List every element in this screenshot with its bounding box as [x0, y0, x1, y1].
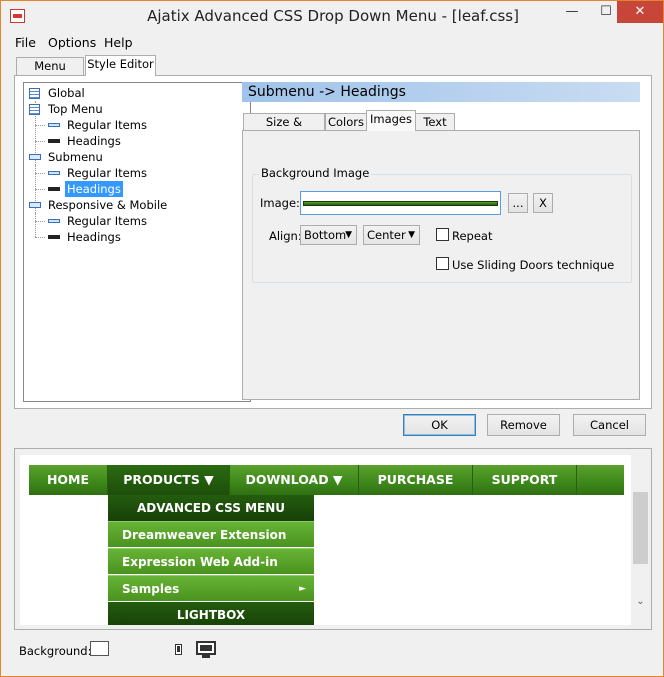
background-color-swatch[interactable]	[90, 641, 109, 656]
cancel-button[interactable]: Cancel	[573, 414, 646, 436]
preview-canvas: HOME PRODUCTS ▼ DOWNLOAD ▼ PURCHASE SUPP…	[20, 455, 631, 625]
sliding-doors-label: Use Sliding Doors technique	[452, 258, 615, 272]
app-window: Ajatix Advanced CSS Drop Down Menu - [le…	[0, 0, 664, 677]
heading-icon	[48, 139, 60, 143]
section-header: Submenu -> Headings	[242, 82, 640, 102]
heading-icon	[48, 187, 60, 191]
scrollbar-thumb[interactable]	[633, 492, 648, 564]
tab-style-editor[interactable]: Style Editor	[85, 55, 156, 76]
tab-colors[interactable]: Colors	[325, 113, 367, 130]
grid-icon	[29, 88, 40, 99]
images-tab-panel: Background Image Image: ... X Align: Bot…	[242, 130, 640, 400]
tab-menu-editor[interactable]: Menu Editor	[16, 57, 84, 90]
submenu-arrow-icon: ►	[299, 584, 306, 594]
responsive-icon	[29, 202, 41, 208]
scroll-down-icon[interactable]: ⌄	[632, 596, 649, 607]
sliding-doors-checkbox[interactable]	[436, 257, 449, 270]
menu-file[interactable]: File	[15, 35, 36, 50]
align-label: Align:	[269, 229, 302, 243]
submenu-icon	[29, 154, 41, 160]
menu-options[interactable]: Options	[48, 35, 96, 50]
menu-help[interactable]: Help	[104, 35, 133, 50]
submenu-item-expression-web[interactable]: Expression Web Add-in	[108, 548, 314, 574]
close-button[interactable]: ✕	[617, 1, 663, 23]
nav-products[interactable]: PRODUCTS ▼	[108, 465, 230, 495]
image-label: Image:	[260, 196, 300, 210]
submenu-item-dreamweaver[interactable]: Dreamweaver Extension	[108, 521, 314, 547]
desktop-view-icon[interactable]	[196, 641, 216, 655]
submenu-heading-lightbox[interactable]: LIGHTBOX	[108, 602, 314, 625]
mobile-view-icon[interactable]	[175, 644, 182, 655]
clear-image-button[interactable]: X	[533, 193, 553, 213]
nav-download[interactable]: DOWNLOAD ▼	[230, 465, 359, 495]
tab-text[interactable]: Text	[415, 113, 455, 130]
preview-scrollbar[interactable]: ⌃ ⌄	[632, 482, 649, 628]
nav-support[interactable]: SUPPORT	[473, 465, 577, 495]
repeat-checkbox[interactable]	[436, 228, 449, 241]
image-field[interactable]	[300, 191, 501, 215]
nav-purchase[interactable]: PURCHASE	[359, 465, 473, 495]
tab-size-position[interactable]: Size & Position	[243, 113, 325, 145]
minimize-button[interactable]: —	[556, 1, 588, 23]
menu-bar: File Options Help	[2, 32, 662, 52]
menu-preview: HOME PRODUCTS ▼ DOWNLOAD ▼ PURCHASE SUPP…	[14, 448, 652, 630]
heading-icon	[48, 235, 60, 239]
title-bar: Ajatix Advanced CSS Drop Down Menu - [le…	[1, 1, 663, 31]
item-icon	[48, 123, 60, 127]
tab-images[interactable]: Images	[366, 110, 416, 131]
style-editor-panel: Global Top Menu Regular Items Headings S…	[14, 75, 652, 409]
monitor-stand-icon	[202, 655, 210, 658]
submenu-item-samples[interactable]: Samples ►	[108, 575, 314, 601]
preview-nav-bar: HOME PRODUCTS ▼ DOWNLOAD ▼ PURCHASE SUPP…	[29, 465, 624, 495]
image-thumbnail	[303, 201, 498, 206]
ok-button[interactable]: OK	[403, 414, 476, 436]
background-image-group: Background Image Image: ... X Align: Bot…	[252, 166, 632, 283]
nav-home[interactable]: HOME	[29, 465, 108, 495]
align-vertical-select[interactable]: Bottom ▼	[300, 225, 357, 245]
background-label: Background:	[19, 644, 92, 658]
align-horizontal-select[interactable]: Center ▼	[363, 225, 420, 245]
chevron-down-icon: ▼	[408, 230, 415, 240]
item-icon	[48, 171, 60, 175]
item-icon	[48, 219, 60, 223]
submenu-heading[interactable]: ADVANCED CSS MENU	[108, 495, 314, 521]
remove-button[interactable]: Remove	[487, 414, 560, 436]
browse-button[interactable]: ...	[508, 193, 528, 213]
properties-panel: Submenu -> Headings Size & Position Colo…	[242, 82, 642, 400]
chevron-down-icon: ▼	[345, 230, 352, 240]
group-title: Background Image	[259, 166, 372, 180]
style-tree: Global Top Menu Regular Items Headings S…	[23, 82, 251, 402]
grid-icon	[29, 104, 40, 115]
repeat-label: Repeat	[452, 229, 493, 243]
